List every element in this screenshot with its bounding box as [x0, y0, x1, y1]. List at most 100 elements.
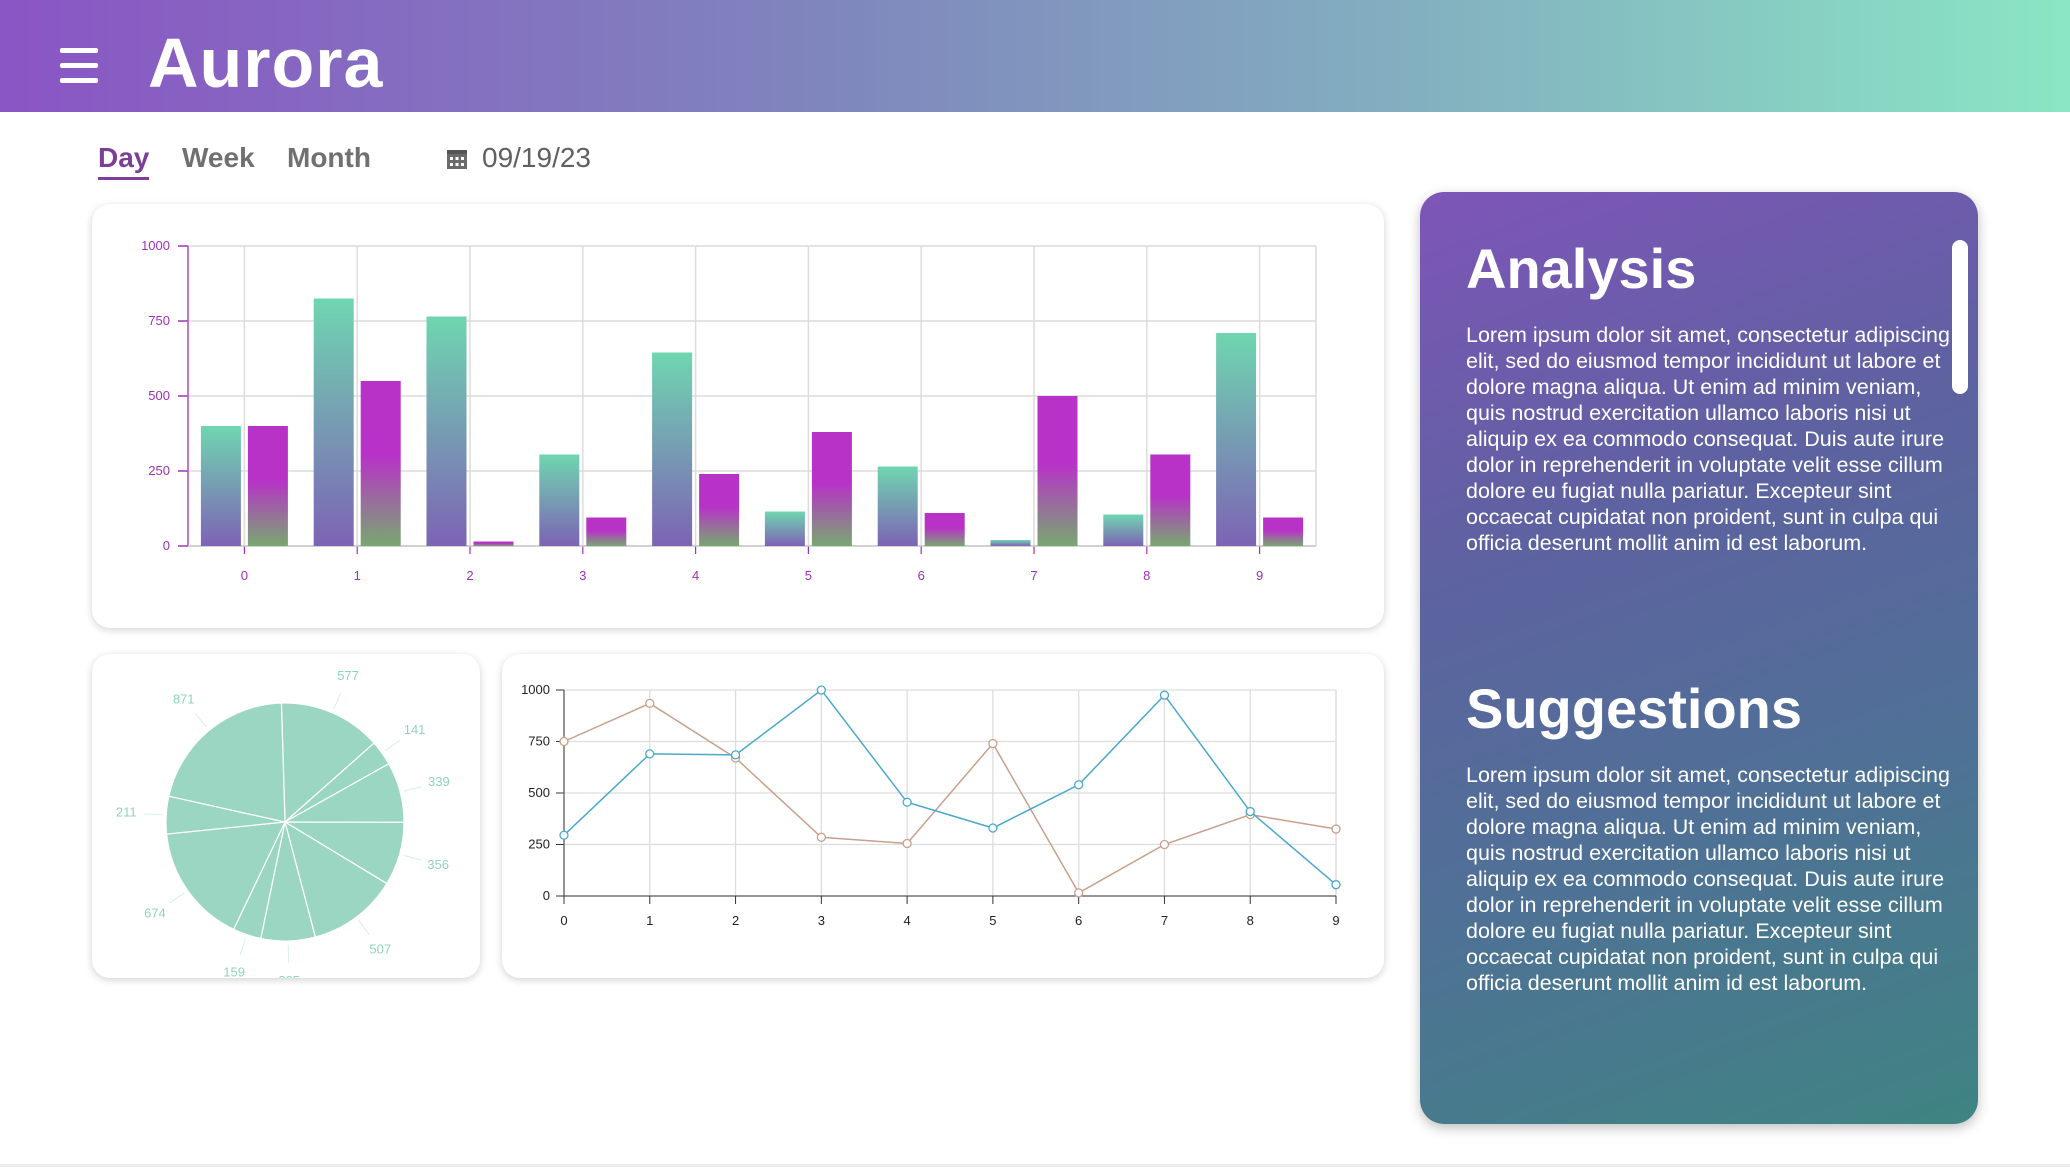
bar-series-1	[313, 298, 354, 546]
pie-chart-card: 577 141 339 356 507 305 159 674 211 871	[92, 654, 480, 978]
bar-series-1	[1216, 333, 1257, 546]
pie-label: 305	[278, 973, 300, 978]
y-tick-label: 500	[148, 388, 170, 403]
x-tick-label: 0	[241, 568, 248, 583]
x-tick-label: 9	[1256, 568, 1263, 583]
top-bar: Aurora	[0, 0, 2070, 112]
hamburger-menu-icon[interactable]	[58, 48, 100, 84]
calendar-icon	[447, 150, 467, 169]
bar-series-2	[699, 474, 740, 546]
line-point-series-1	[902, 797, 912, 807]
y-tick-label: 0	[163, 538, 170, 553]
x-tick-label: 3	[579, 568, 586, 583]
x-tick-label: 1	[646, 913, 653, 928]
pie-leader-line	[403, 786, 422, 792]
pie-leader-line	[239, 938, 247, 956]
x-tick-label: 9	[1332, 913, 1339, 928]
pie-leader-line	[333, 692, 342, 710]
y-tick-label: 500	[528, 785, 550, 800]
bar-series-2	[811, 432, 852, 546]
y-tick-label: 0	[543, 888, 550, 903]
tab-month[interactable]: Month	[287, 140, 371, 176]
pie-leader-line	[144, 813, 163, 816]
analysis-heading: Analysis	[1466, 237, 1697, 300]
line-point-series-1	[988, 823, 998, 833]
x-tick-label: 6	[1075, 913, 1082, 928]
line-point-series-1	[559, 830, 569, 840]
line-point-series-2	[816, 832, 826, 842]
line-series-2	[563, 702, 1337, 894]
line-point-series-2	[1159, 839, 1170, 850]
analysis-text: Lorem ipsum dolor sit amet, consectetur …	[1466, 323, 1950, 555]
pie-label: 339	[428, 774, 450, 789]
bar-chart: 0 250 500 750 1000 0 1 2 3 4 5 6 7 8 9	[141, 238, 1317, 583]
tab-week[interactable]: Week	[182, 140, 255, 176]
x-tick-label: 6	[918, 568, 925, 583]
x-tick-label: 5	[805, 568, 812, 583]
pie-leader-line	[194, 713, 208, 728]
x-tick-label: 7	[1030, 568, 1037, 583]
line-point-series-1	[1159, 690, 1170, 700]
bar-series-1	[1103, 514, 1144, 546]
line-chart-card: 0 250 500 750 1000 0 1 2 3 4 5 6 7 8 9	[502, 654, 1384, 978]
y-tick-label: 750	[528, 734, 550, 749]
pie-leader-line	[358, 920, 370, 936]
bar-series-2	[473, 541, 514, 546]
line-point-series-2	[902, 838, 912, 849]
line-point-series-2	[645, 698, 655, 709]
x-tick-label: 4	[903, 913, 910, 928]
line-point-series-1	[816, 685, 826, 695]
bar-series-2	[360, 381, 401, 546]
pie-label: 674	[144, 905, 166, 920]
bar-series-2	[924, 513, 965, 546]
line-point-series-2	[1074, 888, 1084, 898]
x-tick-label: 5	[989, 913, 996, 928]
x-tick-label: 7	[1161, 913, 1168, 928]
y-tick-label: 250	[148, 463, 170, 478]
pie-leader-line	[384, 739, 401, 752]
y-tick-label: 1000	[141, 238, 170, 253]
suggestions-text: Lorem ipsum dolor sit amet, consectetur …	[1466, 763, 1950, 995]
pie-label: 577	[337, 668, 359, 683]
bar-series-1	[200, 426, 241, 546]
x-tick-label: 8	[1143, 568, 1150, 583]
bar-series-2	[586, 517, 627, 546]
line-series-1	[563, 688, 1337, 886]
bottom-divider	[0, 1164, 2070, 1167]
line-point-series-1	[1245, 806, 1255, 817]
insights-panel: Analysis Lorem ipsum dolor sit amet, con…	[1420, 192, 1978, 1124]
line-chart: 0 250 500 750 1000 0 1 2 3 4 5 6 7 8 9	[521, 682, 1341, 928]
bar-series-2	[247, 426, 288, 546]
y-tick-label: 1000	[521, 682, 550, 697]
bar-series-2	[1263, 517, 1304, 546]
x-tick-label: 0	[560, 913, 567, 928]
line-point-series-1	[1331, 880, 1341, 890]
x-tick-label: 4	[692, 568, 699, 583]
y-tick-label: 250	[528, 837, 550, 852]
x-tick-label: 2	[732, 913, 739, 928]
pie-label: 141	[404, 722, 426, 737]
date-value: 09/19/23	[482, 142, 591, 173]
bar-series-2	[1037, 396, 1078, 546]
line-point-series-1	[730, 750, 741, 760]
bar-series-2	[1150, 454, 1191, 546]
bar-chart-card: 0 250 500 750 1000 0 1 2 3 4 5 6 7 8 9	[92, 204, 1384, 628]
line-point-series-1	[645, 749, 655, 759]
pie-label: 211	[116, 805, 137, 820]
bar-series-1	[426, 316, 467, 546]
panel-scrollbar[interactable]	[1952, 240, 1968, 394]
pie-leader-line	[169, 892, 185, 904]
y-tick-label: 750	[148, 313, 170, 328]
line-point-series-2	[559, 736, 569, 747]
app-title: Aurora	[148, 24, 384, 102]
bar-series-1	[652, 352, 693, 546]
bar-series-1	[990, 540, 1031, 546]
line-point-series-2	[988, 738, 998, 749]
pie-label: 507	[369, 941, 391, 956]
tab-day[interactable]: Day	[98, 140, 150, 180]
pie-label: 356	[427, 857, 449, 872]
bar-series-1	[539, 454, 580, 546]
bar-series-1	[764, 511, 805, 546]
pie-label: 871	[173, 691, 195, 706]
x-tick-label: 2	[466, 568, 473, 583]
